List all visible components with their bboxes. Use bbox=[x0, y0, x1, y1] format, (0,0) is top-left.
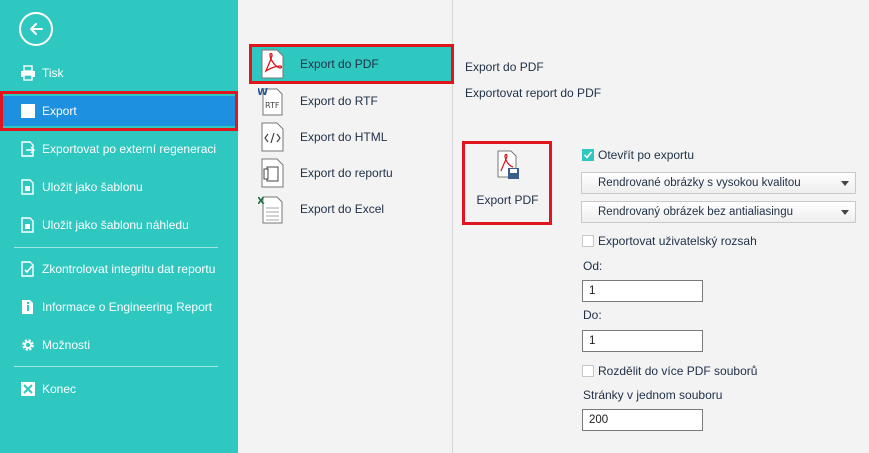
export-item-pdf[interactable]: Export do PDF bbox=[252, 47, 453, 81]
export-item-label: Export do RTF bbox=[300, 94, 378, 108]
sidebar-item-label: Zkontrolovat integritu dat reportu bbox=[42, 262, 216, 276]
pages-per-file-field[interactable] bbox=[582, 409, 703, 431]
svg-text:RTF: RTF bbox=[265, 101, 280, 110]
sidebar-item-label: Informace o Engineering Report bbox=[42, 300, 213, 314]
custom-range-option[interactable]: Exportovat uživatelský rozsah bbox=[582, 234, 757, 248]
export-item-label: Export do HTML bbox=[300, 130, 388, 144]
template-icon bbox=[20, 179, 36, 195]
export-item-label: Export do Excel bbox=[300, 202, 385, 216]
from-label: Od: bbox=[583, 259, 603, 273]
sidebar-item-label: Export bbox=[42, 104, 77, 118]
export-item-html[interactable]: Export do HTML bbox=[252, 120, 453, 154]
split-label: Rozdělit do více PDF souborů bbox=[598, 364, 758, 378]
export-item-report[interactable]: Export do reportu bbox=[252, 156, 453, 190]
sidebar-item-check-integrity[interactable]: Zkontrolovat integritu dat reportu bbox=[0, 254, 238, 284]
sidebar-item-info[interactable]: Informace o Engineering Report bbox=[0, 292, 238, 322]
export-item-excel[interactable]: X Export do Excel bbox=[252, 192, 453, 226]
custom-range-label: Exportovat uživatelský rozsah bbox=[598, 234, 757, 248]
sidebar-divider bbox=[14, 247, 218, 248]
sidebar-item-tisk[interactable]: Tisk bbox=[0, 58, 238, 88]
custom-range-checkbox[interactable] bbox=[582, 235, 594, 247]
svg-text:W: W bbox=[258, 87, 268, 98]
open-after-export-checkbox[interactable] bbox=[582, 149, 594, 161]
panel-title: Export do PDF bbox=[465, 60, 544, 74]
open-after-export-option[interactable]: Otevřít po exportu bbox=[582, 148, 694, 162]
preview-template-icon bbox=[20, 217, 36, 233]
image-quality-dropdown[interactable]: Rendrované obrázky s vysokou kvalitou bbox=[581, 172, 856, 194]
report-file-icon bbox=[258, 158, 286, 188]
check-icon bbox=[20, 261, 36, 277]
sidebar-item-label: Exportovat po externí regeneraci bbox=[42, 142, 217, 156]
sidebar-item-save-preview-template[interactable]: Uložit jako šablonu náhledu bbox=[0, 210, 238, 240]
split-checkbox[interactable] bbox=[582, 365, 594, 377]
export-pdf-panel: Export do PDF Exportovat report do PDF E… bbox=[454, 0, 869, 453]
export-format-list: Export do PDF RTF W Export do RTF Export … bbox=[238, 0, 454, 453]
sidebar-divider bbox=[14, 366, 218, 367]
export-pdf-button[interactable]: Export PDF bbox=[466, 145, 549, 223]
sidebar-item-label: Uložit jako šablonu náhledu bbox=[42, 218, 189, 232]
to-label: Do: bbox=[583, 308, 602, 322]
backstage-sidebar: Tisk Export Exportovat po externí regene… bbox=[0, 0, 238, 453]
image-quality-value: Rendrované obrázky s vysokou kvalitou bbox=[598, 177, 801, 189]
html-file-icon bbox=[258, 122, 286, 152]
gear-icon bbox=[20, 337, 36, 353]
from-field[interactable] bbox=[582, 280, 703, 302]
antialiasing-value: Rendrovaný obrázek bez antialiasingu bbox=[598, 206, 793, 218]
chevron-down-icon bbox=[841, 181, 849, 186]
export-pdf-button-label: Export PDF bbox=[476, 193, 539, 207]
panel-subtitle: Exportovat report do PDF bbox=[465, 86, 602, 100]
excel-file-icon: X bbox=[257, 194, 286, 224]
export-item-label: Export do PDF bbox=[300, 57, 379, 71]
export-item-label: Export do reportu bbox=[300, 166, 393, 180]
open-after-export-label: Otevřít po exportu bbox=[598, 148, 695, 162]
export-icon bbox=[21, 104, 35, 118]
to-field[interactable] bbox=[582, 330, 703, 352]
sidebar-item-label: Možnosti bbox=[42, 338, 91, 352]
export-item-rtf[interactable]: RTF W Export do RTF bbox=[252, 84, 453, 118]
sidebar-item-label: Konec bbox=[42, 382, 77, 396]
sidebar-item-label: Tisk bbox=[42, 66, 64, 80]
arrow-left-icon bbox=[30, 23, 43, 35]
svg-text:X: X bbox=[258, 196, 265, 207]
close-icon bbox=[20, 381, 36, 397]
pdf-file-icon bbox=[258, 49, 286, 79]
sidebar-item-options[interactable]: Možnosti bbox=[0, 330, 238, 360]
export-regen-icon bbox=[20, 141, 36, 157]
back-button[interactable] bbox=[19, 12, 53, 46]
pdf-save-icon bbox=[495, 150, 521, 180]
sidebar-item-exit[interactable]: Konec bbox=[0, 374, 238, 404]
chevron-down-icon bbox=[841, 210, 849, 215]
sidebar-item-label: Uložit jako šablonu bbox=[42, 180, 143, 194]
sidebar-item-export-regen[interactable]: Exportovat po externí regeneraci bbox=[0, 134, 238, 164]
print-icon bbox=[20, 65, 36, 81]
rtf-file-icon: RTF W bbox=[257, 86, 286, 116]
pages-per-file-label: Stránky v jednom souboru bbox=[583, 388, 723, 402]
info-icon bbox=[20, 299, 36, 315]
antialiasing-dropdown[interactable]: Rendrovaný obrázek bez antialiasingu bbox=[581, 201, 856, 223]
split-option[interactable]: Rozdělit do více PDF souborů bbox=[582, 364, 757, 378]
sidebar-item-save-template[interactable]: Uložit jako šablonu bbox=[0, 172, 238, 202]
sidebar-item-export[interactable]: Export bbox=[0, 96, 238, 126]
